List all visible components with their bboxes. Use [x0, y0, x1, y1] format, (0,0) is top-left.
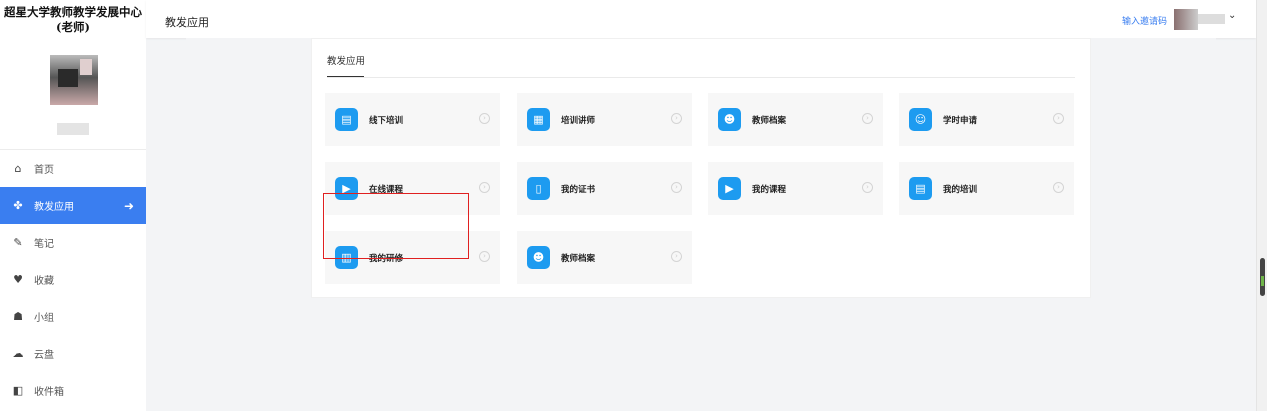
certificate-icon: ▯ — [527, 177, 550, 200]
app-tile-label: 我的课程 — [752, 184, 787, 195]
top-header: 教发应用 输入邀请码 ⌄ — [146, 0, 1256, 38]
sidebar-item-6[interactable]: ◧ 收件箱 — [0, 372, 146, 409]
app-tile[interactable]: ▤ 我的培训 › — [899, 162, 1074, 215]
org-title-line1: 超星大学教师教学发展中心 — [4, 5, 142, 19]
sidebar-item-4[interactable]: ☗ 小组 — [0, 298, 146, 335]
sidebar-item-3[interactable]: ♥ 收藏 — [0, 261, 146, 298]
teacher-profile-icon: ☻ — [718, 108, 741, 131]
teacher-profile-icon: ☻ — [527, 246, 550, 269]
app-tile[interactable]: ▤ 线下培训 › — [325, 93, 500, 146]
card-divider — [327, 77, 1075, 78]
apps-icon: ✤ — [13, 199, 23, 212]
org-title: 超星大学教师教学发展中心 (老师) — [0, 0, 146, 38]
sidebar: 超星大学教师教学发展中心 (老师) ⌂ 首页 ✤ 教发应用 ➜ ✎ 笔记 ♥ 收藏 ☗ 小组 ☁ 云盘 ◧… — [0, 0, 146, 411]
header-avatar[interactable] — [1174, 9, 1198, 30]
sidebar-item-1[interactable]: ✤ 教发应用 ➜ — [0, 187, 146, 224]
app-tile-label: 学时申请 — [943, 115, 978, 126]
sidebar-item-label: 小组 — [34, 313, 54, 324]
circle-arrow-icon: › — [1053, 182, 1064, 193]
note-icon: ✎ — [13, 236, 23, 249]
org-title-line2: (老师) — [56, 20, 90, 34]
presentation-icon: ▤ — [335, 108, 358, 131]
scrollbar[interactable] — [1256, 0, 1267, 411]
circle-arrow-icon: › — [862, 182, 873, 193]
lecturer-icon: ▦ — [527, 108, 550, 131]
profile-area — [0, 38, 146, 150]
circle-arrow-icon: › — [671, 113, 682, 124]
app-tile-label: 我的证书 — [561, 184, 596, 195]
sidebar-item-label: 云盘 — [34, 350, 54, 361]
training-icon: ▤ — [909, 177, 932, 200]
app-tile[interactable]: ☺ 学时申请 › — [899, 93, 1074, 146]
arrow-right-icon: ➜ — [123, 198, 134, 213]
group-icon: ☗ — [13, 310, 23, 323]
inbox-icon: ◧ — [12, 384, 24, 397]
home-icon: ⌂ — [14, 162, 22, 175]
scrollbar-thumb[interactable] — [1260, 258, 1265, 296]
sidebar-item-2[interactable]: ✎ 笔记 — [0, 224, 146, 261]
circle-arrow-icon: › — [671, 251, 682, 262]
circle-arrow-icon: › — [479, 113, 490, 124]
heart-icon: ♥ — [13, 273, 23, 286]
app-tile[interactable]: ☻ 教师档案 › — [708, 93, 883, 146]
app-tile[interactable]: ☻ 教师档案 › — [517, 231, 692, 284]
page-title: 教发应用 — [165, 16, 209, 29]
apps-card: 教发应用 ▤ 线下培训 › ▦ 培训讲师 › ☻ 教师档案 › ☺ 学时申请 › ▶ 在线课程 › ▯ 我的证书… — [311, 38, 1091, 298]
sidebar-item-label: 笔记 — [34, 239, 54, 250]
sidebar-item-label: 教发应用 — [34, 202, 74, 213]
app-tile-label: 我的培训 — [943, 184, 978, 195]
circle-arrow-icon: › — [479, 182, 490, 193]
card-title[interactable]: 教发应用 — [327, 53, 365, 67]
app-tile[interactable]: ▦ 培训讲师 › — [517, 93, 692, 146]
chevron-down-icon[interactable]: ⌄ — [1228, 10, 1236, 21]
sidebar-item-5[interactable]: ☁ 云盘 — [0, 335, 146, 372]
circle-arrow-icon: › — [479, 251, 490, 262]
app-tile[interactable]: ▯ 我的证书 › — [517, 162, 692, 215]
avatar[interactable] — [50, 55, 98, 105]
header-user-name-redacted[interactable] — [1198, 14, 1225, 24]
sidebar-item-label: 收件箱 — [34, 387, 64, 398]
circle-arrow-icon: › — [862, 113, 873, 124]
app-tile[interactable]: ▶ 我的课程 › — [708, 162, 883, 215]
sidebar-item-label: 首页 — [34, 165, 54, 176]
app-tile-label: 培训讲师 — [561, 115, 596, 126]
video-icon: ▶ — [718, 177, 741, 200]
person-icon: ☺ — [909, 108, 932, 131]
sidebar-item-label: 收藏 — [34, 276, 54, 287]
user-name-redacted — [57, 123, 89, 135]
app-tile-label: 线下培训 — [369, 115, 404, 126]
invite-code-link[interactable]: 输入邀请码 — [1122, 14, 1167, 27]
circle-arrow-icon: › — [671, 182, 682, 193]
cloud-icon: ☁ — [12, 347, 24, 360]
circle-arrow-icon: › — [1053, 113, 1064, 124]
sidebar-nav: ⌂ 首页 ✤ 教发应用 ➜ ✎ 笔记 ♥ 收藏 ☗ 小组 ☁ 云盘 ◧ 收件箱 — [0, 150, 146, 409]
highlight-annotation-box — [323, 193, 469, 259]
sidebar-item-0[interactable]: ⌂ 首页 — [0, 150, 146, 187]
app-tile-label: 教师档案 — [752, 115, 787, 126]
app-tile-label: 教师档案 — [561, 253, 596, 264]
main-content: 教发应用 ▤ 线下培训 › ▦ 培训讲师 › ☻ 教师档案 › ☺ 学时申请 › ▶ 在线课程 › ▯ 我的证书… — [186, 38, 1216, 411]
